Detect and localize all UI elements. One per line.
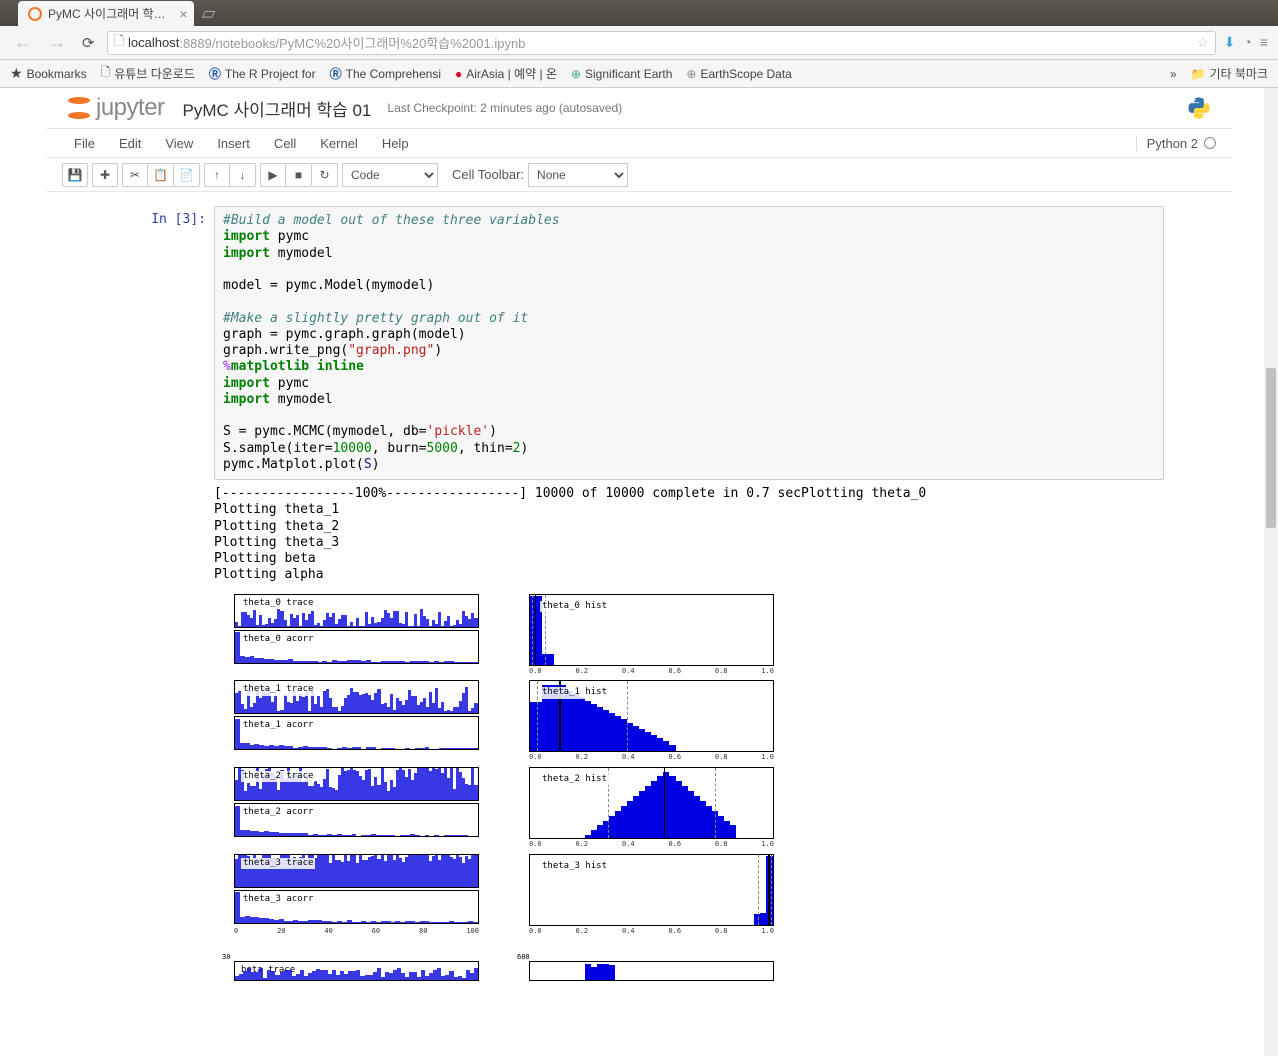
restart-button[interactable]: ↻	[312, 163, 338, 187]
theta2-trace-plot: 1.00.80.60.40.20.0 theta_2 trace	[234, 767, 479, 801]
add-cell-button[interactable]: ✚	[92, 163, 118, 187]
menu-bar: File Edit View Insert Cell Kernel Help P…	[46, 128, 1232, 158]
input-prompt: In [3]:	[114, 206, 214, 480]
url-host: localhost	[128, 35, 179, 50]
theta1-trace-plot: 1.00.80.60.40.20.0 theta_1 trace	[234, 680, 479, 714]
code-cell[interactable]: In [3]: #Build a model out of these thre…	[114, 206, 1164, 480]
theta3-hist-plot: 2000150010005000 frequency theta_3 hist	[529, 854, 774, 926]
kernel-name: Python 2	[1147, 136, 1198, 151]
bookmarks-bar: ★Bookmarks 🗋유튜브 다운로드 ⓇThe R Project for …	[0, 60, 1278, 88]
theta0-acorr-plot: 1.00.50.0 theta_0 acorr	[234, 630, 479, 664]
theta2-acorr-plot: 1.00.50.0 theta_2 acorr	[234, 803, 479, 837]
jupyter-logo[interactable]: jupyter	[66, 94, 165, 122]
jupyter-header: jupyter PyMC 사이그래머 학습 01 Last Checkpoint…	[46, 88, 1232, 128]
cell-type-select[interactable]: Code	[342, 163, 438, 187]
jupyter-logo-icon	[66, 95, 92, 121]
kernel-status-icon	[1204, 137, 1216, 149]
theta0-hist-plot: 2000150010005000 frequency theta_0 hist	[529, 594, 774, 666]
new-tab-button[interactable]: ▱	[194, 1, 224, 26]
bookmarks-overflow[interactable]: »	[1170, 67, 1177, 81]
browser-tab[interactable]: PyMC 사이그래머 학… ×	[18, 1, 194, 26]
url-input[interactable]: 🗋 localhost :8889/notebooks/PyMC%20사이그래머…	[107, 31, 1216, 55]
cut-button[interactable]: ✂	[122, 163, 148, 187]
tab-title: PyMC 사이그래머 학…	[48, 5, 166, 22]
menu-help[interactable]: Help	[370, 130, 421, 157]
move-up-button[interactable]: ↑	[204, 163, 230, 187]
menu-kernel[interactable]: Kernel	[308, 130, 370, 157]
r-icon: Ⓡ	[209, 65, 221, 82]
stop-button[interactable]: ■	[286, 163, 312, 187]
output-area: [-----------------100%-----------------]…	[114, 480, 1164, 989]
star-icon: ★	[10, 65, 23, 82]
theta1-acorr-plot: 1.00.50.0 theta_1 acorr	[234, 716, 479, 750]
ext-icon-2[interactable]: ◔	[1243, 34, 1251, 51]
bookmark-item-1[interactable]: ⓇThe R Project for	[209, 65, 316, 82]
browser-menu-icon[interactable]: ≡	[1260, 34, 1268, 51]
menu-view[interactable]: View	[153, 130, 205, 157]
bookmark-item-2[interactable]: ⓇThe Comprehensi	[330, 65, 441, 82]
bookmark-item-5[interactable]: ⊕EarthScope Data	[686, 67, 791, 81]
theta0-trace-plot: 1.00.80.60.40.20.0 theta_0 trace	[234, 594, 479, 628]
plot-output: 1.00.80.60.40.20.0 theta_0 trace 1.00.50…	[214, 584, 1164, 982]
airasia-icon: ●	[455, 67, 462, 81]
output-text: [-----------------100%-----------------]…	[214, 480, 1164, 989]
paste-button[interactable]: 📄	[174, 163, 200, 187]
theta2-hist-plot: 4003002001000 frequency theta_2 hist	[529, 767, 774, 839]
extension-icons: ⬇ ◔ ≡	[1224, 34, 1268, 51]
bookmark-folder[interactable]: 📁기타 북마크	[1191, 65, 1269, 82]
scrollbar-thumb[interactable]	[1266, 368, 1276, 528]
beta-trace-plot: beta trace	[234, 961, 479, 981]
theta3-trace-plot: 1.00.80.60.40.20.0 theta_3 trace	[234, 854, 479, 888]
browser-tab-strip: PyMC 사이그래머 학… × ▱	[0, 0, 1278, 26]
save-button[interactable]: 💾	[62, 163, 88, 187]
bookmark-item-4[interactable]: ⊕Significant Earth	[571, 67, 672, 81]
globe-icon: ⊕	[686, 67, 696, 81]
menu-cell[interactable]: Cell	[262, 130, 308, 157]
page-icon: 🗋	[101, 63, 111, 84]
r-icon: Ⓡ	[330, 65, 342, 82]
jupyter-logo-text: jupyter	[96, 94, 165, 122]
reload-button[interactable]: ⟳	[78, 34, 99, 52]
bookmarks-label[interactable]: ★Bookmarks	[10, 65, 87, 82]
scrollbar[interactable]	[1264, 88, 1278, 1056]
bookmark-star-icon[interactable]: ☆	[1197, 35, 1209, 51]
jupyter-favicon	[28, 7, 42, 21]
forward-button[interactable]: →	[44, 32, 70, 53]
menu-insert[interactable]: Insert	[205, 130, 262, 157]
menu-file[interactable]: File	[62, 130, 107, 157]
move-down-button[interactable]: ↓	[230, 163, 256, 187]
toolbar: 💾 ✚ ✂ 📋 📄 ↑ ↓ ▶ ■ ↻ Code Cell Toolbar: N…	[46, 158, 1232, 192]
copy-button[interactable]: 📋	[148, 163, 174, 187]
python-icon	[1186, 95, 1212, 121]
cell-toolbar-select[interactable]: None	[528, 163, 628, 187]
checkpoint-status: Last Checkpoint: 2 minutes ago (autosave…	[387, 101, 622, 115]
menu-edit[interactable]: Edit	[107, 130, 153, 157]
back-button[interactable]: ←	[10, 32, 36, 53]
globe-icon: ⊕	[571, 67, 581, 81]
theta1-hist-plot: 4003002001000 frequency theta_1 hist	[529, 680, 774, 752]
ext-icon-1[interactable]: ⬇	[1224, 34, 1236, 51]
close-tab-icon[interactable]: ×	[179, 6, 187, 22]
browser-toolbar: ← → ⟳ 🗋 localhost :8889/notebooks/PyMC%2…	[0, 26, 1278, 60]
run-button[interactable]: ▶	[260, 163, 286, 187]
page-icon: 🗋	[114, 32, 124, 54]
folder-icon: 📁	[1191, 67, 1206, 81]
url-path: :8889/notebooks/PyMC%20사이그래머%20학습%2001.i…	[179, 33, 525, 52]
kernel-indicator: Python 2	[1136, 136, 1216, 151]
beta-hist-plot	[529, 961, 774, 981]
notebook-title[interactable]: PyMC 사이그래머 학습 01	[183, 96, 372, 121]
bookmark-item-0[interactable]: 🗋유튜브 다운로드	[101, 63, 195, 84]
code-input[interactable]: #Build a model out of these three variab…	[214, 206, 1164, 480]
bookmark-item-3[interactable]: ●AirAsia | 예약 | 온	[455, 65, 557, 82]
theta3-acorr-plot: 1.00.50.0 theta_3 acorr	[234, 890, 479, 924]
notebook-area: In [3]: #Build a model out of these thre…	[46, 192, 1232, 1019]
cell-toolbar-label: Cell Toolbar:	[452, 167, 524, 182]
